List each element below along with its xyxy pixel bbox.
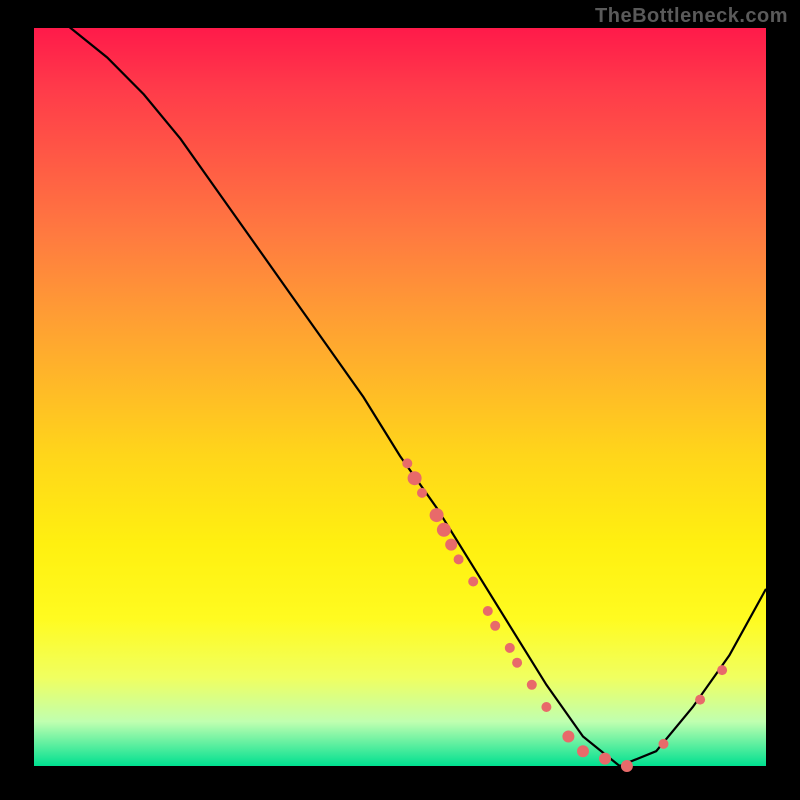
chart-marker (562, 731, 574, 743)
chart-marker (437, 523, 451, 537)
chart-marker (717, 665, 727, 675)
chart-marker (408, 471, 422, 485)
chart-marker (505, 643, 515, 653)
chart-marker (541, 702, 551, 712)
bottleneck-curve-path (34, 0, 766, 766)
chart-plot-area (34, 28, 766, 766)
chart-marker (430, 508, 444, 522)
chart-marker (402, 458, 412, 468)
chart-marker (621, 760, 633, 772)
chart-marker (695, 695, 705, 705)
watermark-text: TheBottleneck.com (595, 5, 788, 28)
chart-marker (659, 739, 669, 749)
chart-marker (483, 606, 493, 616)
chart-marker (527, 680, 537, 690)
chart-marker (417, 488, 427, 498)
chart-svg (34, 28, 766, 766)
chart-marker (577, 745, 589, 757)
chart-marker (454, 554, 464, 564)
chart-marker (512, 658, 522, 668)
chart-marker (599, 753, 611, 765)
chart-marker (490, 621, 500, 631)
chart-marker (468, 577, 478, 587)
chart-marker (445, 539, 457, 551)
